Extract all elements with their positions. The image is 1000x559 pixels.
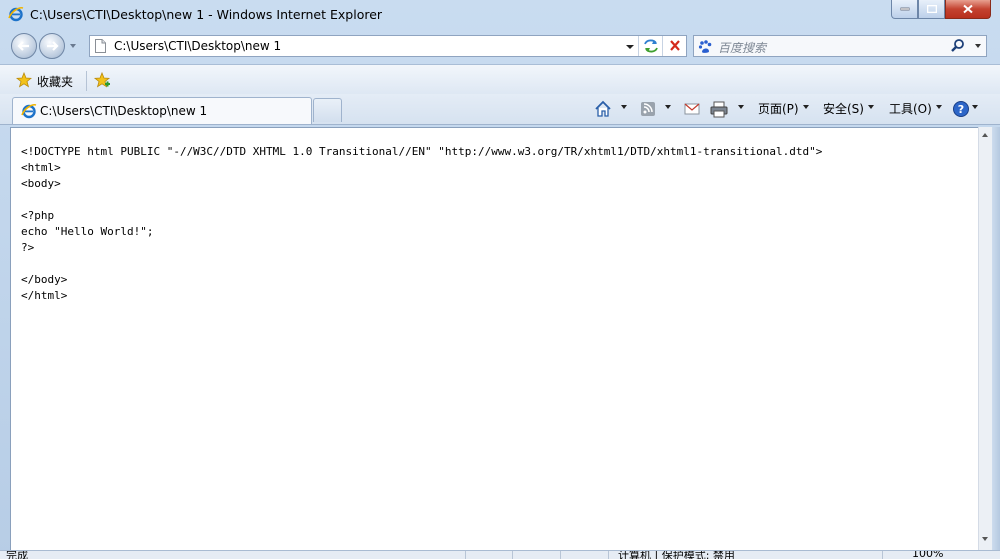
window-title: C:\Users\CTI\Desktop\new 1 - Windows Int… xyxy=(30,7,383,22)
scroll-up-arrow-icon[interactable] xyxy=(982,133,988,137)
address-dropdown-icon[interactable] xyxy=(623,40,637,53)
mail-icon[interactable] xyxy=(683,99,701,119)
search-box[interactable]: 百度搜索 xyxy=(693,35,987,57)
refresh-button[interactable] xyxy=(638,36,663,56)
recent-pages-dropdown[interactable] xyxy=(70,44,76,48)
safety-menu[interactable]: 安全(S) xyxy=(823,100,864,117)
stop-button[interactable] xyxy=(662,36,687,56)
tab-active[interactable]: C:\Users\CTI\Desktop\new 1 xyxy=(12,97,312,124)
help-dropdown[interactable] xyxy=(972,105,978,109)
tab-row: C:\Users\CTI\Desktop\new 1 页面(P) 安全(S) 工… xyxy=(0,94,1000,125)
scroll-down-arrow-icon[interactable] xyxy=(982,537,988,541)
back-arrow-icon xyxy=(17,41,29,51)
address-bar[interactable]: C:\Users\CTI\Desktop\new 1 xyxy=(89,35,687,57)
home-icon[interactable] xyxy=(594,99,612,119)
help-icon[interactable]: ? xyxy=(952,99,970,119)
favorites-star-icon xyxy=(16,72,32,88)
favorites-separator xyxy=(86,71,87,91)
refresh-icon xyxy=(644,39,658,53)
tools-menu[interactable]: 工具(O) xyxy=(889,100,932,117)
forward-button[interactable] xyxy=(39,33,65,59)
minimize-icon xyxy=(900,7,909,11)
tab-label: C:\Users\CTI\Desktop\new 1 xyxy=(40,104,208,118)
restore-icon xyxy=(926,5,937,13)
title-bar: C:\Users\CTI\Desktop\new 1 - Windows Int… xyxy=(0,0,1000,30)
close-icon xyxy=(963,4,973,14)
maximize-button[interactable] xyxy=(918,0,945,19)
safety-menu-dropdown[interactable] xyxy=(868,105,874,109)
close-button[interactable] xyxy=(945,0,991,19)
page-content: <!DOCTYPE html PUBLIC "-//W3C//DTD XHTML… xyxy=(10,127,978,550)
back-button[interactable] xyxy=(11,33,37,59)
print-dropdown[interactable] xyxy=(738,105,744,109)
favorites-label: 收藏夹 xyxy=(37,75,74,89)
add-to-favorites-bar-icon[interactable] xyxy=(93,71,111,89)
baidu-paw-icon xyxy=(698,40,712,53)
stop-icon xyxy=(670,40,680,51)
forward-arrow-icon xyxy=(47,41,59,51)
search-input[interactable]: 百度搜索 xyxy=(718,39,766,56)
browser-window: C:\Users\CTI\Desktop\new 1 - Windows Int… xyxy=(0,0,1000,559)
vertical-scrollbar[interactable] xyxy=(978,127,992,550)
address-url[interactable]: C:\Users\CTI\Desktop\new 1 xyxy=(114,39,281,53)
search-icon[interactable] xyxy=(950,38,966,54)
page-menu-dropdown[interactable] xyxy=(803,105,809,109)
home-dropdown[interactable] xyxy=(621,105,627,109)
minimize-button[interactable] xyxy=(891,0,918,19)
tools-menu-dropdown[interactable] xyxy=(936,105,942,109)
favorites-bar: 收藏夹 xyxy=(0,64,1000,95)
print-icon[interactable] xyxy=(709,99,729,119)
new-tab-button[interactable] xyxy=(313,98,342,122)
document-icon xyxy=(95,39,106,53)
page-menu[interactable]: 页面(P) xyxy=(758,100,799,117)
search-options-dropdown[interactable] xyxy=(975,44,981,48)
feeds-dropdown[interactable] xyxy=(665,105,671,109)
ie-page-icon xyxy=(21,104,37,119)
window-frame-edge xyxy=(992,127,1000,558)
feeds-icon[interactable] xyxy=(640,99,656,119)
document-source-text: <!DOCTYPE html PUBLIC "-//W3C//DTD XHTML… xyxy=(21,145,823,302)
svg-text:?: ? xyxy=(958,103,964,116)
ie-icon xyxy=(8,7,24,22)
